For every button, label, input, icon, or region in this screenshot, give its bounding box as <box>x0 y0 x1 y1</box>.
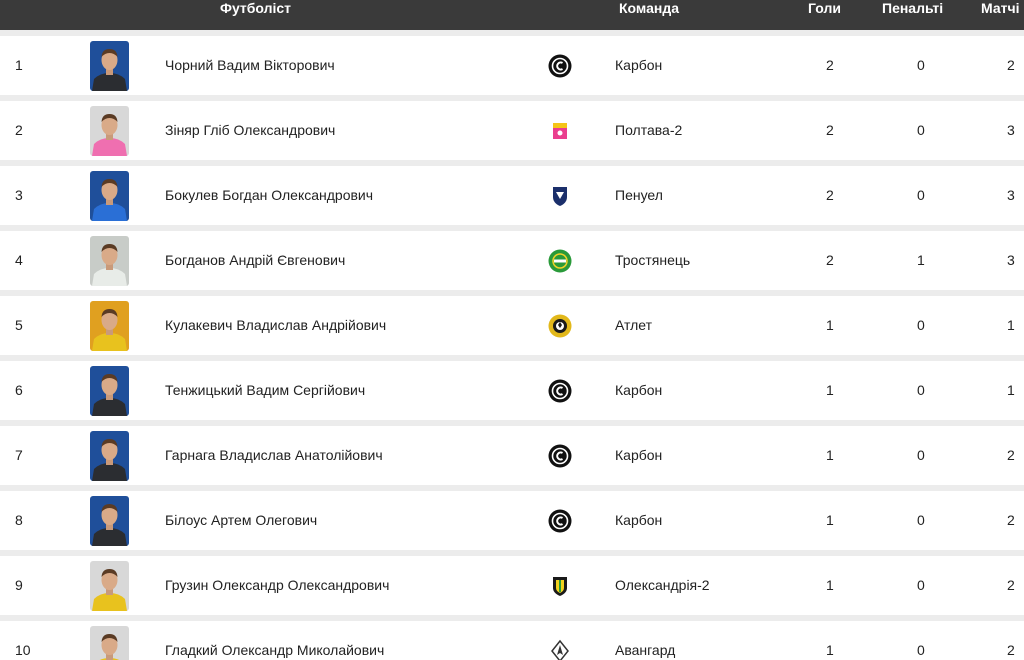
karbon-logo-icon[interactable] <box>548 444 572 468</box>
team-name[interactable]: Карбон <box>615 361 662 420</box>
penalties-cell: 0 <box>917 642 925 658</box>
player-avatar[interactable] <box>90 366 129 416</box>
team-name[interactable]: Тростянець <box>615 231 690 290</box>
rank-cell: 4 <box>15 252 23 268</box>
player-name[interactable]: Зіняр Гліб Олександрович <box>165 101 335 160</box>
rank-cell: 10 <box>15 642 31 658</box>
matches-cell: 2 <box>1007 57 1015 73</box>
oleksandriia-logo-icon[interactable] <box>548 574 572 598</box>
header-goals[interactable]: Голи <box>808 0 841 17</box>
player-name[interactable]: Чорний Вадим Вікторович <box>165 36 335 95</box>
karbon-logo-icon[interactable] <box>548 379 572 403</box>
player-name[interactable]: Тенжицький Вадим Сергійович <box>165 361 365 420</box>
penalties-cell: 1 <box>917 252 925 268</box>
goals-cell: 2 <box>826 252 834 268</box>
karbon-logo-icon[interactable] <box>548 54 572 78</box>
team-name[interactable]: Атлет <box>615 296 652 355</box>
player-name[interactable]: Кулакевич Владислав Андрійович <box>165 296 386 355</box>
player-name[interactable]: Грузин Олександр Олександрович <box>165 556 389 615</box>
header-matches[interactable]: Матчі <box>981 0 1020 17</box>
player-avatar[interactable] <box>90 236 129 286</box>
team-name[interactable]: Карбон <box>615 491 662 550</box>
goals-cell: 1 <box>826 512 834 528</box>
table-header: Футболіст Команда Голи Пенальті Матчі <box>0 0 1024 30</box>
player-name[interactable]: Бокулев Богдан Олександрович <box>165 166 373 225</box>
player-name[interactable]: Гладкий Олександр Миколайович <box>165 621 384 660</box>
penuel-logo-icon[interactable] <box>548 184 572 208</box>
table-row[interactable]: 2 Зіняр Гліб Олександрович Полтава-2 2 0… <box>0 101 1024 160</box>
poltava-logo-icon[interactable] <box>548 119 572 143</box>
team-name[interactable]: Карбон <box>615 426 662 485</box>
player-avatar[interactable] <box>90 41 129 91</box>
goals-cell: 1 <box>826 382 834 398</box>
table-row[interactable]: 7 Гарнага Владислав Анатолійович Карбон … <box>0 426 1024 485</box>
player-avatar[interactable] <box>90 496 129 546</box>
player-avatar[interactable] <box>90 301 129 351</box>
player-avatar[interactable] <box>90 626 129 660</box>
team-name[interactable]: Авангард <box>615 621 675 660</box>
rank-cell: 3 <box>15 187 23 203</box>
goals-cell: 2 <box>826 122 834 138</box>
penalties-cell: 0 <box>917 317 925 333</box>
rank-cell: 2 <box>15 122 23 138</box>
goals-cell: 2 <box>826 187 834 203</box>
matches-cell: 3 <box>1007 122 1015 138</box>
avanhard-logo-icon[interactable] <box>548 639 572 660</box>
table-row[interactable]: 1 Чорний Вадим Вікторович Карбон 2 0 2 <box>0 36 1024 95</box>
trostianets-logo-icon[interactable] <box>548 249 572 273</box>
team-name[interactable]: Карбон <box>615 36 662 95</box>
matches-cell: 2 <box>1007 642 1015 658</box>
player-avatar[interactable] <box>90 106 129 156</box>
table-row[interactable]: 8 Білоус Артем Олегович Карбон 1 0 2 <box>0 491 1024 550</box>
rank-cell: 9 <box>15 577 23 593</box>
goals-cell: 2 <box>826 57 834 73</box>
penalties-cell: 0 <box>917 382 925 398</box>
team-name[interactable]: Олександрія-2 <box>615 556 710 615</box>
matches-cell: 1 <box>1007 317 1015 333</box>
table-row[interactable]: 6 Тенжицький Вадим Сергійович Карбон 1 0… <box>0 361 1024 420</box>
table-row[interactable]: 3 Бокулев Богдан Олександрович Пенуел 2 … <box>0 166 1024 225</box>
atlet-logo-icon[interactable] <box>548 314 572 338</box>
goals-cell: 1 <box>826 577 834 593</box>
player-name[interactable]: Білоус Артем Олегович <box>165 491 317 550</box>
goals-cell: 1 <box>826 317 834 333</box>
header-player[interactable]: Футболіст <box>220 0 291 17</box>
team-name[interactable]: Полтава-2 <box>615 101 682 160</box>
player-avatar[interactable] <box>90 171 129 221</box>
karbon-logo-icon[interactable] <box>548 509 572 533</box>
goals-cell: 1 <box>826 642 834 658</box>
player-avatar[interactable] <box>90 431 129 481</box>
matches-cell: 3 <box>1007 187 1015 203</box>
rank-cell: 7 <box>15 447 23 463</box>
player-avatar[interactable] <box>90 561 129 611</box>
penalties-cell: 0 <box>917 512 925 528</box>
matches-cell: 2 <box>1007 447 1015 463</box>
table-row[interactable]: 5 Кулакевич Владислав Андрійович Атлет 1… <box>0 296 1024 355</box>
header-penalties[interactable]: Пенальті <box>882 0 943 17</box>
player-name[interactable]: Богданов Андрій Євгенович <box>165 231 345 290</box>
matches-cell: 1 <box>1007 382 1015 398</box>
team-name[interactable]: Пенуел <box>615 166 663 225</box>
penalties-cell: 0 <box>917 57 925 73</box>
scorers-table: Футболіст Команда Голи Пенальті Матчі 1 … <box>0 0 1024 660</box>
table-body: 1 Чорний Вадим Вікторович Карбон 2 0 2 2 <box>0 36 1024 660</box>
rank-cell: 1 <box>15 57 23 73</box>
goals-cell: 1 <box>826 447 834 463</box>
rank-cell: 8 <box>15 512 23 528</box>
penalties-cell: 0 <box>917 122 925 138</box>
matches-cell: 2 <box>1007 577 1015 593</box>
rank-cell: 6 <box>15 382 23 398</box>
rank-cell: 5 <box>15 317 23 333</box>
header-team[interactable]: Команда <box>619 0 679 17</box>
penalties-cell: 0 <box>917 187 925 203</box>
penalties-cell: 0 <box>917 447 925 463</box>
table-row[interactable]: 10 Гладкий Олександр Миколайович Авангар… <box>0 621 1024 660</box>
table-row[interactable]: 4 Богданов Андрій Євгенович Тростянець 2… <box>0 231 1024 290</box>
penalties-cell: 0 <box>917 577 925 593</box>
matches-cell: 3 <box>1007 252 1015 268</box>
player-name[interactable]: Гарнага Владислав Анатолійович <box>165 426 383 485</box>
table-row[interactable]: 9 Грузин Олександр Олександрович Олексан… <box>0 556 1024 615</box>
matches-cell: 2 <box>1007 512 1015 528</box>
